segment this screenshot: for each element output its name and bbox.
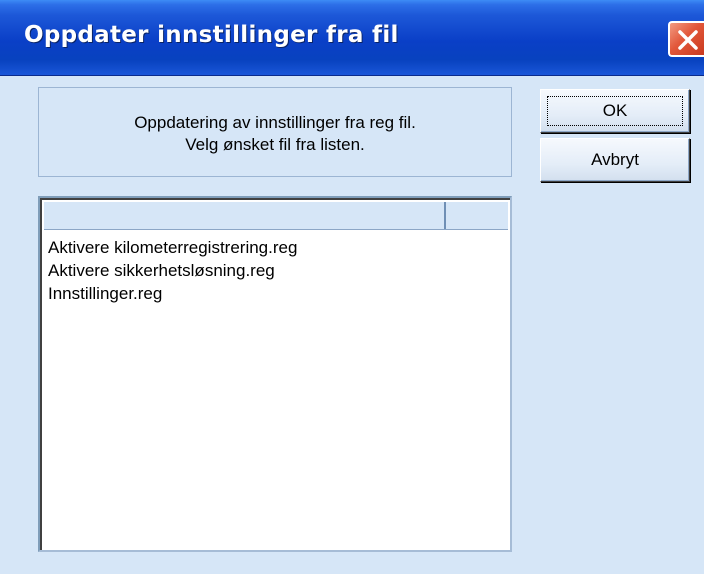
cancel-button-label: Avbryt	[591, 150, 639, 169]
list-item[interactable]: Aktivere kilometerregistrering.reg	[48, 236, 504, 259]
cancel-button[interactable]: Avbryt	[540, 138, 690, 182]
close-icon	[678, 30, 698, 50]
window-title: Oppdater innstillinger fra fil	[24, 22, 399, 48]
title-bar[interactable]: Oppdater innstillinger fra fil	[0, 0, 704, 76]
list-header	[44, 202, 508, 230]
column-header-name[interactable]	[44, 202, 446, 229]
info-text-line-1: Oppdatering av innstillinger fra reg fil…	[134, 113, 416, 132]
file-list[interactable]: Aktivere kilometerregistrering.reg Aktiv…	[38, 196, 512, 552]
dialog-body: Oppdatering av innstillinger fra reg fil…	[0, 76, 704, 574]
focus-rectangle	[547, 96, 683, 126]
close-button[interactable]	[668, 21, 704, 57]
column-header-extra[interactable]	[446, 202, 508, 229]
info-text-line-2: Velg ønsket fil fra listen.	[185, 135, 365, 154]
dialog-window: Oppdater innstillinger fra fil Oppdateri…	[0, 0, 704, 574]
list-item[interactable]: Innstillinger.reg	[48, 282, 504, 305]
list-items: Aktivere kilometerregistrering.reg Aktiv…	[48, 236, 504, 305]
list-item[interactable]: Aktivere sikkerhetsløsning.reg	[48, 259, 504, 282]
ok-button[interactable]: OK	[540, 89, 690, 133]
info-panel: Oppdatering av innstillinger fra reg fil…	[38, 87, 512, 177]
